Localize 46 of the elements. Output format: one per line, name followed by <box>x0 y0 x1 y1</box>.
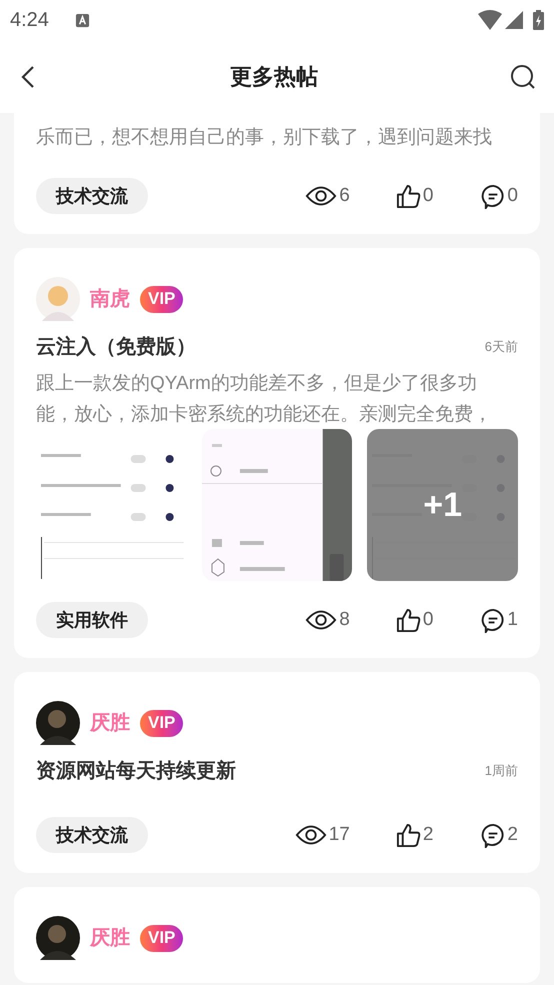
eye-icon[interactable] <box>294 823 327 847</box>
category-tag[interactable]: 技术交流 <box>36 817 148 853</box>
view-count: 8 <box>339 608 350 632</box>
thumbs-up-icon[interactable] <box>396 184 421 208</box>
post-title[interactable]: 云注入（免费版） <box>36 332 196 362</box>
eye-icon[interactable] <box>305 184 338 208</box>
vip-badge: VIP <box>140 924 184 952</box>
back-icon <box>21 64 35 88</box>
comment-icon[interactable] <box>481 184 506 208</box>
view-count: 17 <box>328 822 350 847</box>
signal-icon <box>505 11 523 29</box>
view-count: 6 <box>339 184 350 208</box>
page-title: 更多热帖 <box>229 63 319 91</box>
thumbs-up-icon[interactable] <box>396 608 421 632</box>
comment-count: 1 <box>507 608 518 632</box>
avatar[interactable] <box>36 916 80 960</box>
post-card[interactable]: 乐而已，想不想用自己的事，别下载了，遇到问题来找 技术交流 6 0 0 <box>14 113 540 234</box>
wifi-icon <box>478 10 502 30</box>
post-card[interactable]: 厌胜 VIP 资源网站每天持续更新 1周前 技术交流 17 2 2 <box>14 672 540 873</box>
keyboard-icon <box>74 12 90 28</box>
status-time: 4:24 <box>10 8 49 33</box>
battery-icon <box>533 10 544 30</box>
post-card[interactable]: 厌胜 VIP <box>14 887 540 983</box>
like-count: 2 <box>422 822 434 847</box>
vip-badge: VIP <box>140 286 184 312</box>
comment-icon[interactable] <box>481 608 506 632</box>
post-title[interactable]: 资源网站每天持续更新 <box>36 756 236 786</box>
eye-icon[interactable] <box>305 608 338 632</box>
post-time: 1周前 <box>484 762 518 780</box>
comment-count: 2 <box>507 822 518 847</box>
post-excerpt: 能，放心，添加卡密系统的功能还在。亲测完全免费， <box>36 403 493 427</box>
vip-badge: VIP <box>140 710 184 736</box>
like-count: 0 <box>422 608 434 632</box>
category-tag[interactable]: 技术交流 <box>36 178 148 214</box>
avatar[interactable] <box>36 701 80 745</box>
category-tag[interactable]: 实用软件 <box>36 602 148 638</box>
like-count: 0 <box>422 184 434 208</box>
thumbs-up-icon[interactable] <box>396 822 421 848</box>
search-icon <box>510 64 536 90</box>
post-time: 6天前 <box>484 338 518 356</box>
comment-count: 0 <box>507 184 518 208</box>
post-excerpt: 乐而已，想不想用自己的事，别下载了，遇到问题来找 <box>36 126 493 150</box>
post-card[interactable]: 南虎 VIP 云注入（免费版） 6天前 跟上一款发的QYArm的功能差不多，但是少了很多功 能，放心，添加卡密系统的功能还在。亲测完全免费， +1 实用软件 8 0 1 <box>14 248 540 658</box>
comment-icon[interactable] <box>481 822 506 848</box>
post-excerpt: 跟上一款发的QYArm的功能差不多，但是少了很多功 <box>36 372 478 396</box>
more-images-overlay[interactable]: +1 <box>367 429 518 581</box>
